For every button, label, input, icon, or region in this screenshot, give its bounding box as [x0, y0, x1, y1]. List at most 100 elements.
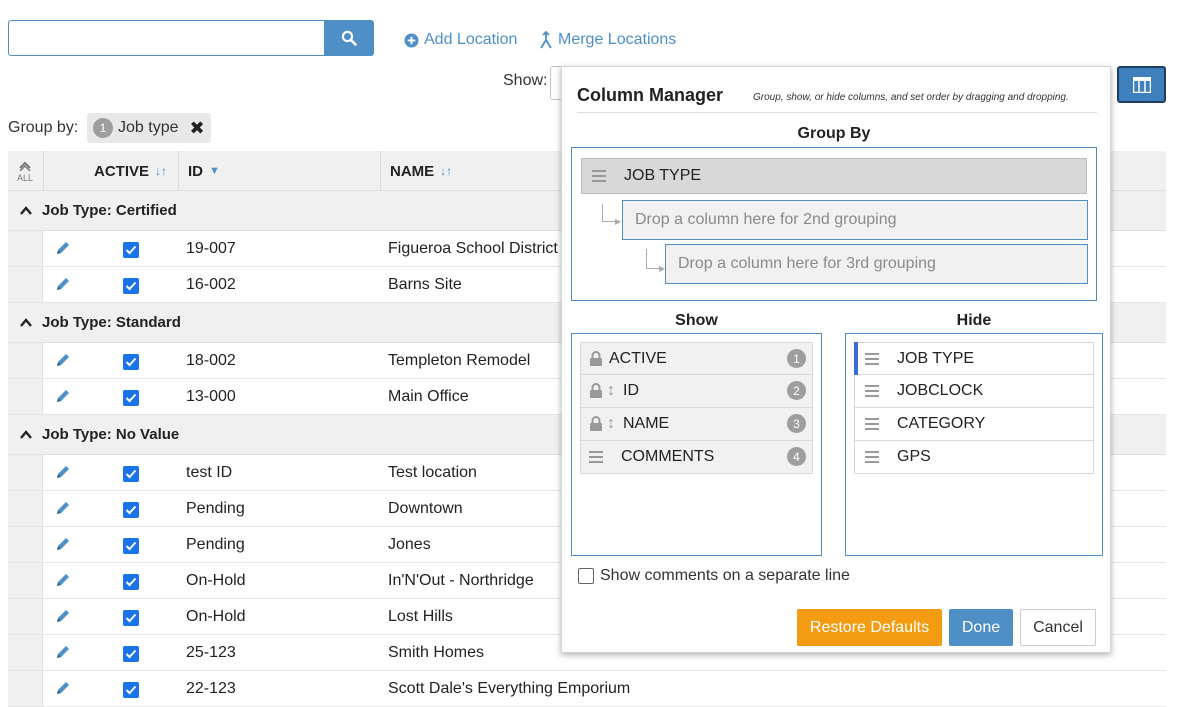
show-list-item[interactable]: ↕ NAME 3 — [580, 408, 813, 441]
hide-list-item[interactable]: CATEGORY — [854, 408, 1094, 441]
chevron-up-icon[interactable] — [20, 206, 32, 215]
chevron-up-icon[interactable] — [20, 430, 32, 439]
cell-id: Pending — [186, 536, 245, 553]
pencil-icon[interactable] — [54, 499, 72, 522]
drag-handle-icon — [865, 352, 879, 365]
pencil-icon[interactable] — [54, 463, 72, 486]
pencil-icon[interactable] — [54, 239, 72, 262]
sort-icon: ↓↑ — [155, 164, 168, 178]
order-badge: 4 — [787, 447, 806, 466]
separate-line-checkbox[interactable] — [578, 568, 594, 584]
pencil-icon[interactable] — [54, 275, 72, 298]
merge-icon — [540, 31, 552, 49]
lock-icon — [590, 416, 602, 431]
group-by-label: Group by: — [8, 119, 79, 136]
cell-name: Test location — [388, 464, 477, 481]
hide-list-item[interactable]: GPS — [854, 441, 1094, 474]
active-checkbox[interactable] — [123, 646, 139, 662]
column-header-id[interactable]: ID ▼ — [188, 151, 220, 191]
done-button[interactable]: Done — [949, 609, 1013, 646]
active-checkbox[interactable] — [123, 390, 139, 406]
separate-line-option[interactable]: Show comments on a separate line — [578, 567, 850, 585]
hide-item-label: CATEGORY — [897, 415, 986, 432]
merge-locations-link[interactable]: Merge Locations — [539, 31, 676, 49]
active-checkbox[interactable] — [123, 466, 139, 482]
group-by-chip: 1 Job type ✖ — [87, 113, 211, 143]
expand-all-toggle[interactable]: ALL — [14, 161, 36, 183]
search-button[interactable] — [324, 20, 374, 56]
add-location-link[interactable]: Add Location — [404, 31, 517, 49]
remove-group-icon[interactable]: ✖ — [189, 118, 204, 139]
drop-zone-2nd-label: Drop a column here for 2nd grouping — [635, 211, 897, 228]
order-badge: 2 — [787, 381, 806, 400]
active-checkbox[interactable] — [123, 354, 139, 370]
cell-id: test ID — [186, 464, 233, 481]
drop-zone-3rd[interactable]: Drop a column here for 3rd grouping — [665, 244, 1088, 284]
group-by-section-title: Group By — [797, 125, 871, 142]
show-list-item[interactable]: COMMENTS 4 — [580, 441, 813, 474]
group-title: Job Type: No Value — [42, 426, 180, 443]
pencil-icon[interactable] — [54, 535, 72, 558]
cell-name: In'N'Out - Northridge — [388, 572, 534, 589]
cell-id: 19-007 — [186, 240, 236, 257]
cancel-button[interactable]: Cancel — [1020, 609, 1096, 646]
cell-name: Main Office — [388, 388, 469, 405]
panel-subtitle: Group, show, or hide columns, and set or… — [753, 92, 1069, 103]
cell-name: Scott Dale's Everything Emporium — [388, 680, 631, 697]
order-badge: 1 — [787, 349, 806, 368]
pencil-icon[interactable] — [54, 679, 72, 702]
drop-zone-2nd[interactable]: Drop a column here for 2nd grouping — [622, 200, 1088, 240]
column-manager-panel: Column Manager Group, show, or hide colu… — [561, 66, 1111, 653]
cell-id: On-Hold — [186, 608, 246, 625]
show-list-item[interactable]: ACTIVE 1 — [580, 342, 813, 375]
drag-handle-icon — [592, 170, 606, 182]
group-chip-number: 1 — [93, 118, 113, 138]
active-checkbox[interactable] — [123, 610, 139, 626]
active-checkbox[interactable] — [123, 502, 139, 518]
pencil-icon[interactable] — [54, 643, 72, 666]
search-icon — [341, 30, 357, 46]
group-chip-label: Job type — [118, 119, 179, 136]
hide-list[interactable]: JOB TYPE JOBCLOCK CATEGORY GPS — [845, 333, 1103, 556]
hide-item-label: JOBCLOCK — [897, 382, 984, 399]
cell-name: Figueroa School District — [388, 240, 558, 257]
hide-list-item[interactable]: JOB TYPE — [854, 342, 1094, 375]
pencil-icon[interactable] — [54, 607, 72, 630]
column-header-name[interactable]: NAME ↓↑ — [390, 151, 452, 191]
chevron-up-icon — [19, 161, 31, 172]
hide-list-item[interactable]: JOBCLOCK — [854, 375, 1094, 408]
active-checkbox[interactable] — [123, 538, 139, 554]
active-checkbox[interactable] — [123, 574, 139, 590]
show-item-label: COMMENTS — [621, 448, 715, 465]
chevron-up-icon[interactable] — [20, 318, 32, 327]
separate-line-label: Show comments on a separate line — [600, 567, 850, 584]
show-item-label: NAME — [623, 415, 670, 432]
show-list[interactable]: ACTIVE 1 ↕ ID 2 ↕ NAME 3 COMMENTS 4 — [571, 333, 822, 556]
cell-id: 22-123 — [186, 680, 236, 697]
active-checkbox[interactable] — [123, 278, 139, 294]
reorder-arrows-icon: ↕ — [607, 382, 615, 399]
reorder-arrows-icon: ↕ — [607, 415, 615, 432]
column-header-active[interactable]: ACTIVE ↓↑ — [94, 151, 167, 191]
cell-id: 16-002 — [186, 276, 236, 293]
group-title: Job Type: Standard — [42, 314, 181, 331]
group-by-item[interactable]: JOB TYPE — [581, 158, 1087, 194]
pencil-icon[interactable] — [54, 387, 72, 410]
show-list-item[interactable]: ↕ ID 2 — [580, 375, 813, 408]
pencil-icon[interactable] — [54, 351, 72, 374]
hide-item-label: JOB TYPE — [897, 349, 975, 367]
show-item-label: ID — [623, 382, 639, 399]
hide-section-title: Hide — [956, 312, 992, 329]
active-checkbox[interactable] — [123, 682, 139, 698]
column-manager-button[interactable] — [1117, 66, 1166, 103]
cell-name: Smith Homes — [388, 644, 485, 661]
cell-id: 13-000 — [186, 388, 236, 405]
group-by-dropzone[interactable]: JOB TYPE ▶ Drop a column here for 2nd gr… — [571, 147, 1097, 301]
cell-id: Pending — [186, 500, 245, 517]
all-label: ALL — [16, 173, 33, 183]
search-input[interactable] — [8, 20, 325, 56]
restore-defaults-button[interactable]: Restore Defaults — [797, 609, 942, 646]
active-checkbox[interactable] — [123, 242, 139, 258]
pencil-icon[interactable] — [54, 571, 72, 594]
columns-icon — [1132, 76, 1151, 93]
